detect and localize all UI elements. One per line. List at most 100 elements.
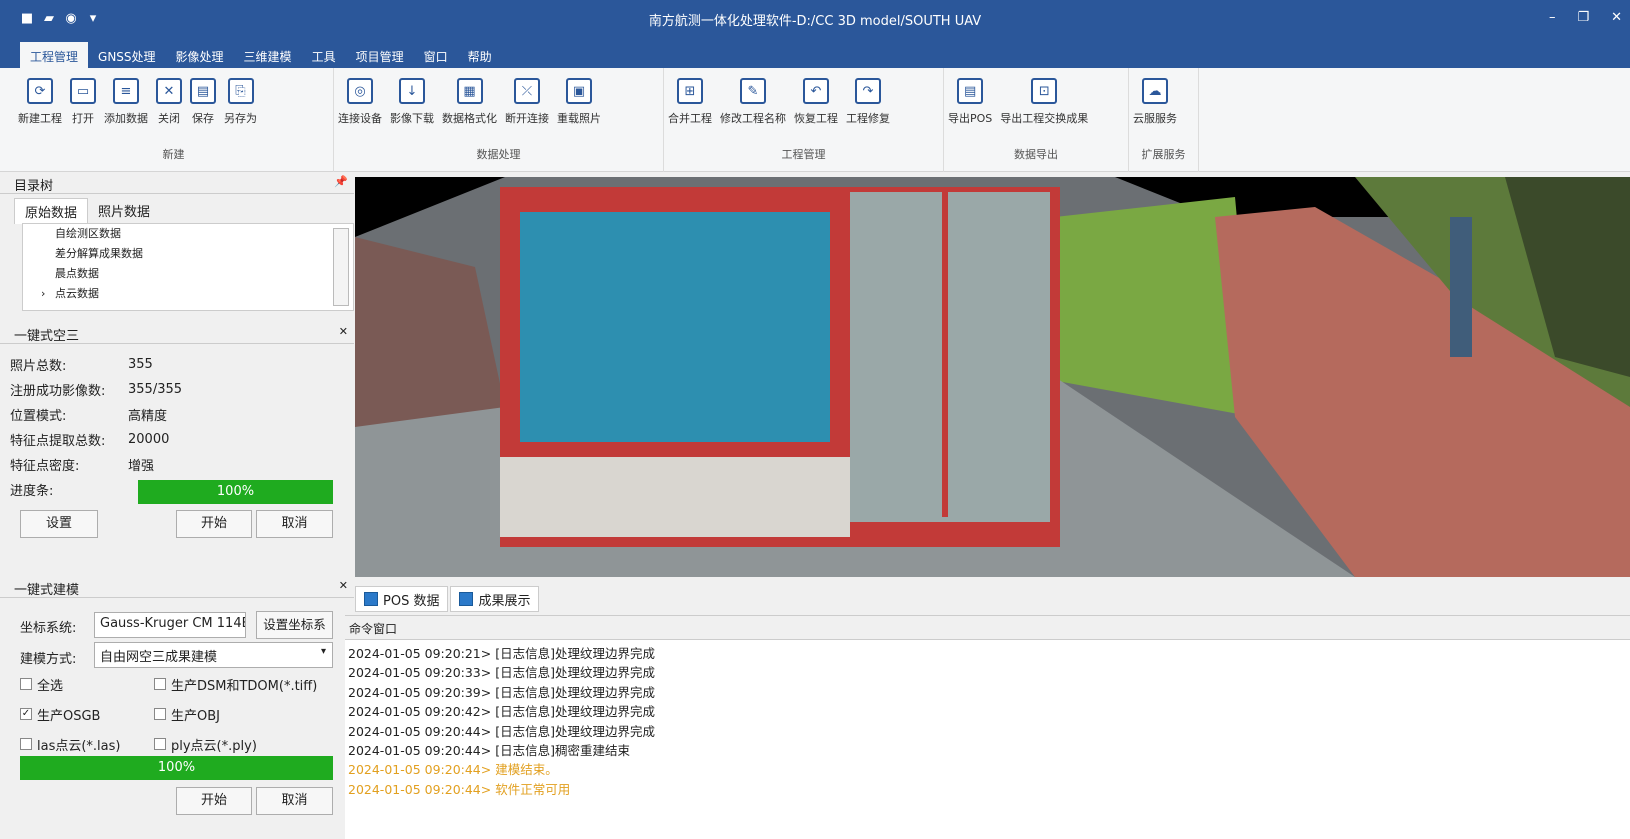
log-line: 2024-01-05 09:20:44> [日志信息]稠密重建结束	[348, 743, 630, 759]
tree-item[interactable]: 晨点数据	[23, 264, 353, 284]
ribbon-button[interactable]: ▤ 保存	[186, 78, 220, 126]
ribbon-button[interactable]: ◎ 连接设备	[334, 78, 386, 126]
menu-tab[interactable]: GNSS处理	[88, 42, 166, 68]
log-line: 2024-01-05 09:20:42> [日志信息]处理纹理边界完成	[348, 704, 655, 720]
checkbox-box[interactable]	[154, 738, 166, 750]
tool-icon: ▭	[70, 78, 96, 104]
set-coord-button[interactable]: 设置坐标系	[256, 611, 333, 639]
ribbon-buttons: ⊞ 合并工程 ✎ 修改工程名称 ↶ 恢复工程 ↷ 工程修复	[664, 68, 943, 126]
minimize-button[interactable]: –	[1549, 10, 1556, 25]
ribbon-button[interactable]: ≡ 添加数据	[100, 78, 152, 126]
tool-icon: ⟳	[27, 78, 53, 104]
tree-view: 自绘测区数据 差分解算成果数据 晨点数据 › 点云数据	[22, 223, 354, 311]
ribbon-button[interactable]: ⎘ 另存为	[220, 78, 261, 126]
tree-item[interactable]: 差分解算成果数据	[23, 244, 353, 264]
method-select[interactable]: 自由网空三成果建模 ▾	[94, 642, 333, 668]
ribbon-button-label: 关闭	[158, 112, 180, 125]
scrollbar[interactable]	[333, 228, 349, 306]
ribbon-button[interactable]: ↶ 恢复工程	[790, 78, 842, 126]
ribbon-group: ☁ 云服服务 扩展服务	[1129, 68, 1199, 172]
ribbon-button[interactable]: ☁ 云服服务	[1129, 78, 1181, 126]
start-button[interactable]: 开始	[176, 510, 252, 538]
tab-raw-data[interactable]: 原始数据	[14, 198, 89, 224]
tree-item[interactable]: › 点云数据	[23, 284, 353, 304]
menu-bar: 工程管理 GNSS处理 影像处理 三维建模 工具 项目管理 窗口 帮助	[0, 38, 1630, 68]
tool-icon: ≡	[113, 78, 139, 104]
ribbon-button-label: 云服服务	[1133, 112, 1177, 125]
log-line: 2024-01-05 09:20:33> [日志信息]处理纹理边界完成	[348, 665, 655, 681]
menu-tab[interactable]: 三维建模	[234, 42, 302, 68]
3d-model-viewport[interactable]	[355, 177, 1630, 577]
ribbon-button[interactable]: ✎ 修改工程名称	[716, 78, 790, 126]
ribbon-group: ⊞ 合并工程 ✎ 修改工程名称 ↶ 恢复工程 ↷ 工程修复 工程管理	[664, 68, 944, 172]
ribbon-group-label: 数据导出	[1014, 148, 1058, 161]
tab-results[interactable]: 成果展示	[450, 586, 540, 612]
ribbon-button-label: 数据格式化	[442, 112, 497, 125]
menu-tab[interactable]: 窗口	[414, 42, 458, 68]
tool-icon: ▤	[957, 78, 984, 104]
ribbon-button[interactable]: ⤫ 断开连接	[501, 78, 553, 126]
tab-photo-data[interactable]: 照片数据	[88, 198, 160, 224]
ribbon-button-label: 合并工程	[668, 112, 712, 125]
ribbon-button[interactable]: ⊡ 导出工程交换成果	[996, 78, 1092, 126]
menu-tab[interactable]: 项目管理	[346, 42, 414, 68]
checkbox-label: 生产OSGB	[37, 708, 101, 724]
checkbox-box[interactable]	[154, 708, 166, 720]
panel-title: 一键式建模	[14, 583, 80, 598]
cancel-button[interactable]: 取消	[256, 787, 333, 815]
ribbon-button-label: 另存为	[224, 112, 257, 125]
ribbon: ⟳ 新建工程 ▭ 打开 ≡ 添加数据 ✕ 关闭 ▤ 保存 ⎘ 另存为 新建 ◎ 连接设备 ↓ 影像下载 ▦ 数据格式…	[0, 68, 1630, 172]
panel-header: 一键式空三 ✕	[0, 322, 354, 344]
3d-scene	[355, 177, 1630, 577]
ribbon-button[interactable]: ▭ 打开	[66, 78, 100, 126]
ribbon-button[interactable]: ▣ 重载照片	[553, 78, 605, 126]
checkbox-box[interactable]: ✓	[20, 708, 32, 720]
output-checkbox[interactable]: ply点云(*.ply)	[154, 730, 350, 758]
ribbon-button[interactable]: ▦ 数据格式化	[438, 78, 501, 126]
checkbox-box[interactable]	[154, 678, 166, 690]
tool-icon: ☁	[1142, 78, 1168, 104]
panel-header: 一键式建模 ✕	[0, 576, 354, 598]
ribbon-button[interactable]: ⟳ 新建工程	[14, 78, 66, 126]
settings-button[interactable]: 设置	[20, 510, 98, 538]
menu-tab[interactable]: 帮助	[458, 42, 502, 68]
menu-tab[interactable]: 影像处理	[166, 42, 234, 68]
tree-tabs: 原始数据 照片数据	[14, 198, 354, 224]
document-tabs: POS 数据 成果展示	[355, 586, 541, 612]
ribbon-button-label: 修改工程名称	[720, 112, 786, 125]
tool-icon: ⤫	[514, 78, 540, 104]
tree-item[interactable]: 自绘测区数据	[23, 224, 353, 244]
menu-tab[interactable]: 工具	[302, 42, 346, 68]
checkbox-box[interactable]	[20, 678, 32, 690]
ribbon-button[interactable]: ↓ 影像下载	[386, 78, 438, 126]
tool-icon: ◎	[347, 78, 373, 104]
ribbon-button[interactable]: ▤ 导出POS	[944, 78, 996, 126]
checkbox-box[interactable]	[20, 738, 32, 750]
output-checkbox[interactable]: 全选	[20, 670, 154, 698]
title-bar: ■ ▰ ◉ ▾ 南方航测一体化处理软件-D:/CC 3D model/SOUTH…	[0, 0, 1630, 38]
coord-system-field[interactable]: Gauss-Kruger CM 114E	[94, 612, 246, 638]
tab-pos-data[interactable]: POS 数据	[355, 586, 449, 612]
aerial-triangulation-panel: 一键式空三 ✕ 照片总数: 355 注册成功影像数: 355/355 位置模式: 高精…	[0, 322, 354, 575]
output-checkbox[interactable]: 生产OBJ	[154, 700, 350, 728]
ribbon-button[interactable]: ✕ 关闭	[152, 78, 186, 126]
expand-icon[interactable]: ›	[41, 284, 45, 304]
maximize-button[interactable]: ❐	[1577, 10, 1589, 25]
panel-header: 目录树 📌	[0, 172, 354, 194]
ribbon-button[interactable]: ↷ 工程修复	[842, 78, 894, 126]
pin-icon[interactable]: 📌	[334, 175, 348, 188]
tool-icon: ↷	[855, 78, 881, 104]
start-button[interactable]: 开始	[176, 787, 252, 815]
output-checkbox[interactable]: las点云(*.las)	[20, 730, 154, 758]
cancel-button[interactable]: 取消	[256, 510, 333, 538]
checkbox-label: 生产OBJ	[171, 708, 220, 724]
menu-tab[interactable]: 工程管理	[20, 42, 89, 68]
ribbon-button[interactable]: ⊞ 合并工程	[664, 78, 716, 126]
map-icon	[364, 592, 378, 606]
output-checkbox[interactable]: ✓ 生产OSGB	[20, 700, 154, 728]
output-checkbox[interactable]: 生产DSM和TDOM(*.tiff)	[154, 670, 350, 698]
close-icon[interactable]: ✕	[339, 579, 348, 592]
ribbon-buttons: ☁ 云服服务	[1129, 68, 1198, 126]
close-icon[interactable]: ✕	[339, 325, 348, 338]
close-button[interactable]: ✕	[1611, 10, 1622, 25]
